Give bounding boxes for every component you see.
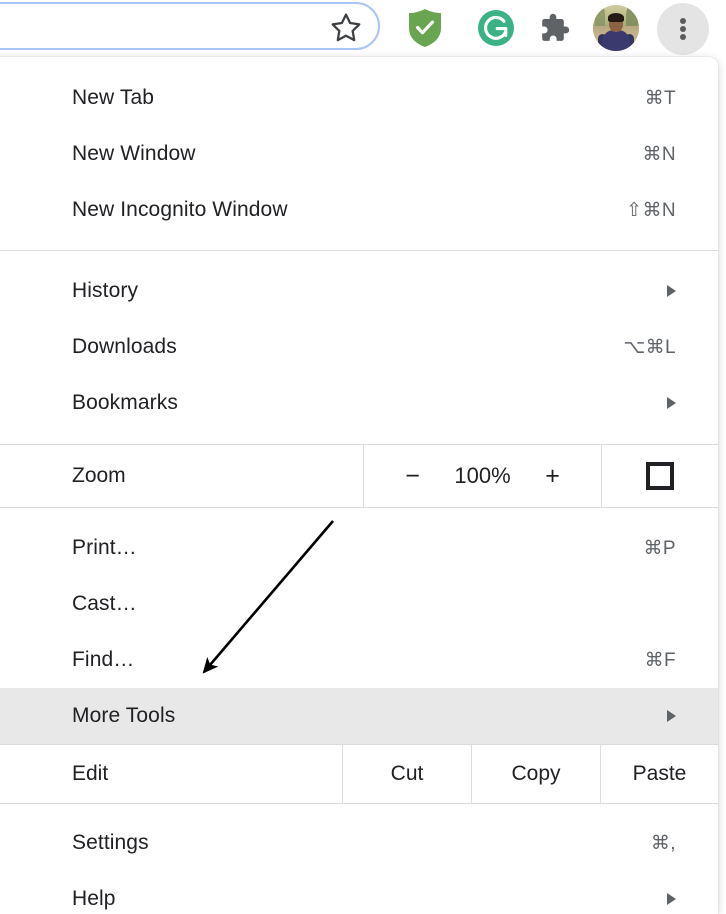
grammarly-extension-icon[interactable] [477,9,515,47]
menu-item-shortcut: ⌥⌘L [623,336,676,358]
menu-item-label: Settings [72,831,149,854]
fullscreen-cell[interactable] [602,445,718,507]
menu-item-label: Print… [72,536,137,559]
menu-item-new-window[interactable]: New Window ⌘N [0,126,718,182]
extensions-puzzle-icon[interactable] [535,10,571,46]
zoom-in-button[interactable]: + [542,463,564,489]
chevron-right-icon [667,285,676,297]
menu-row-edit: Edit Cut Copy Paste [0,745,718,803]
copy-button[interactable]: Copy [472,745,601,803]
menu-item-shortcut: ⌘, [650,832,676,854]
menu-item-history[interactable]: History [0,263,718,319]
browser-toolbar [0,0,726,57]
bookmark-star-icon[interactable] [329,11,363,45]
edit-label-cell: Edit [0,745,343,803]
menu-item-shortcut: ⌘P [643,537,676,559]
menu-item-shortcut: ⌘F [644,649,676,671]
menu-item-label: Help [72,887,116,910]
menu-item-help[interactable]: Help [0,871,718,914]
chevron-right-icon [667,710,676,722]
menu-item-label: New Tab [72,86,155,109]
menu-item-label: New Incognito Window [72,198,288,221]
menu-item-print[interactable]: Print… ⌘P [0,520,718,576]
menu-item-cast[interactable]: Cast… [0,576,718,632]
chrome-menu-kebab-icon[interactable] [657,3,709,55]
menu-item-shortcut: ⌘N [642,143,676,165]
zoom-controls-cell: − 100% + [364,445,602,507]
chevron-right-icon [667,397,676,409]
chevron-right-icon [667,893,676,905]
menu-item-more-tools[interactable]: More Tools [0,688,718,744]
kebab-dot-bottom [680,34,686,40]
menu-item-find[interactable]: Find… ⌘F [0,632,718,688]
menu-item-label: Cast… [72,592,137,615]
zoom-level-value: 100% [454,463,511,488]
menu-item-label: History [72,279,139,302]
zoom-label-cell: Zoom [0,445,364,507]
kebab-dot-middle [680,26,686,32]
profile-avatar[interactable] [593,5,639,51]
kebab-dot-top [680,18,686,24]
avatar-hair [608,13,624,22]
menu-item-settings[interactable]: Settings ⌘, [0,815,718,871]
fullscreen-corner-bottom-right [659,475,674,490]
cut-button[interactable]: Cut [343,745,472,803]
zoom-out-button[interactable]: − [402,463,424,489]
menu-item-label: More Tools [72,704,176,727]
menu-item-label: Downloads [72,335,177,358]
menu-item-downloads[interactable]: Downloads ⌥⌘L [0,319,718,375]
menu-row-zoom: Zoom − 100% + [0,445,718,507]
avatar-torso [602,30,630,51]
menu-item-shortcut: ⌘T [644,87,676,109]
edit-label: Edit [72,762,109,785]
paste-button[interactable]: Paste [601,745,718,803]
chrome-main-menu-panel: New Tab ⌘T New Window ⌘N New Incognito W… [0,57,718,914]
fullscreen-icon[interactable] [646,462,674,490]
menu-item-new-tab[interactable]: New Tab ⌘T [0,70,718,126]
menu-item-bookmarks[interactable]: Bookmarks [0,375,718,431]
menu-item-shortcut: ⇧⌘N [626,199,676,221]
menu-item-label: Bookmarks [72,391,178,414]
address-bar-omnibox[interactable] [0,2,380,50]
menu-item-label: New Window [72,142,196,165]
zoom-label: Zoom [72,464,126,487]
menu-item-label: Find… [72,648,135,671]
menu-item-new-incognito-window[interactable]: New Incognito Window ⇧⌘N [0,182,718,238]
adguard-extension-icon[interactable] [406,8,444,48]
